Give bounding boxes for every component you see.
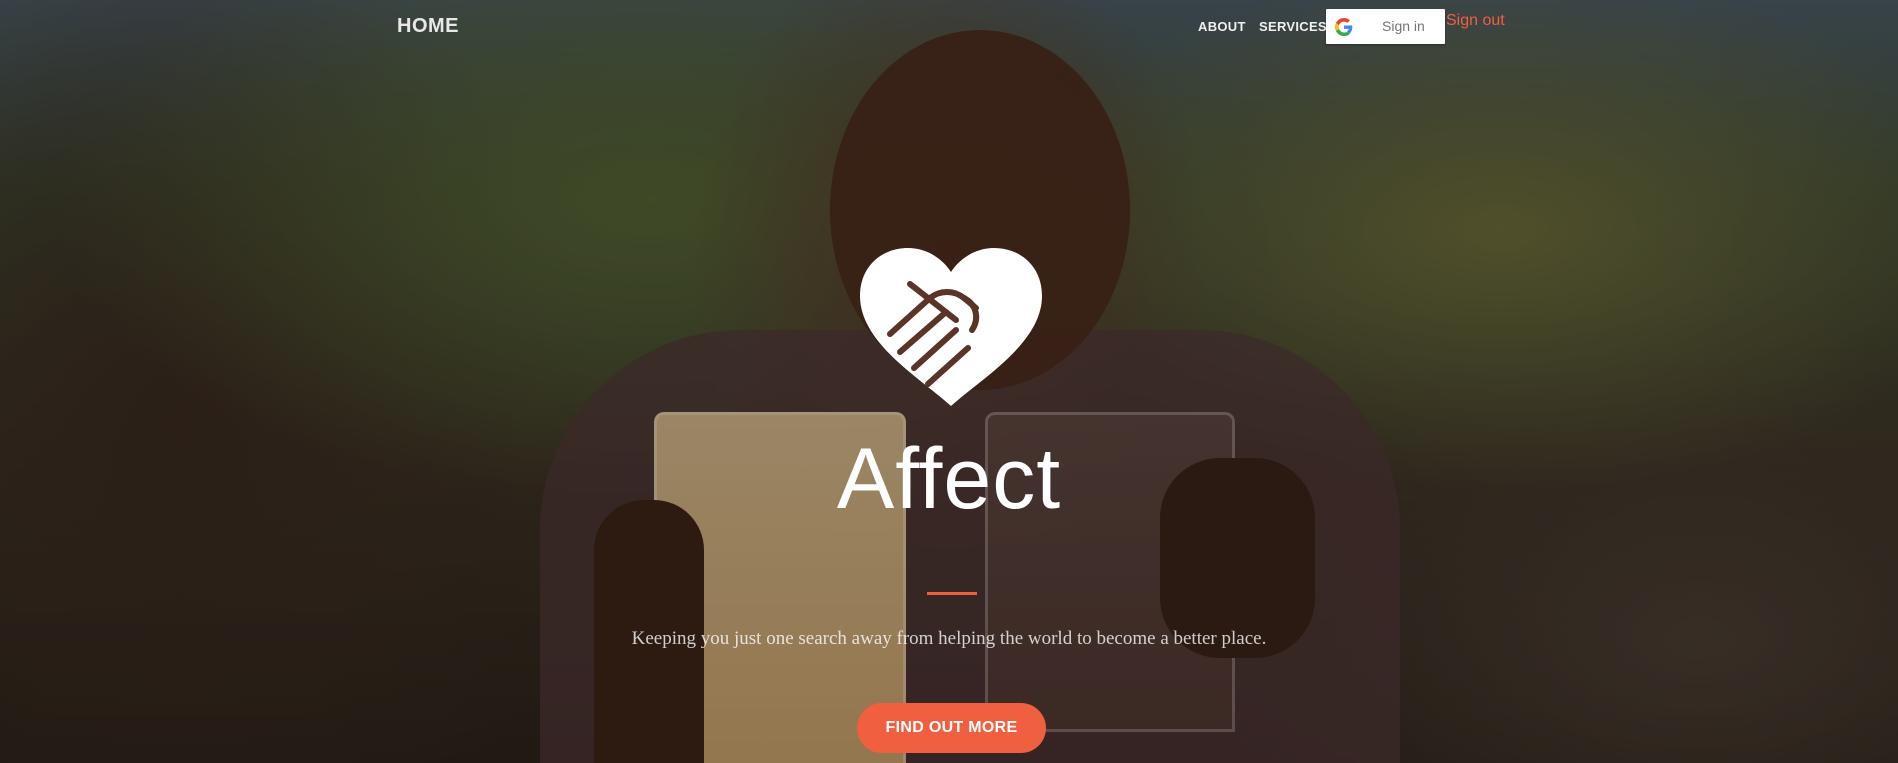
nav-link-services[interactable]: SERVICES [1259,19,1327,34]
nav-link-about[interactable]: ABOUT [1198,19,1246,34]
google-signin-label: Sign in [1382,18,1425,34]
top-navbar: HOME ABOUT SERVICES Sign in Sign out [0,0,1898,56]
title-divider [927,592,977,595]
hero-content: Affect Keeping you just one search away … [0,0,1898,763]
find-out-more-button[interactable]: FIND OUT MORE [857,703,1046,753]
hero-title: Affect [836,431,1062,527]
heart-handshake-icon [860,248,1042,406]
sign-out-link[interactable]: Sign out [1446,12,1505,30]
google-icon [1335,18,1353,36]
home-link[interactable]: HOME [397,15,459,38]
google-signin-button[interactable]: Sign in [1326,9,1445,44]
hero-section: HOME ABOUT SERVICES Sign in Sign out Aff… [0,0,1898,763]
hero-subtitle: Keeping you just one search away from he… [631,628,1267,649]
